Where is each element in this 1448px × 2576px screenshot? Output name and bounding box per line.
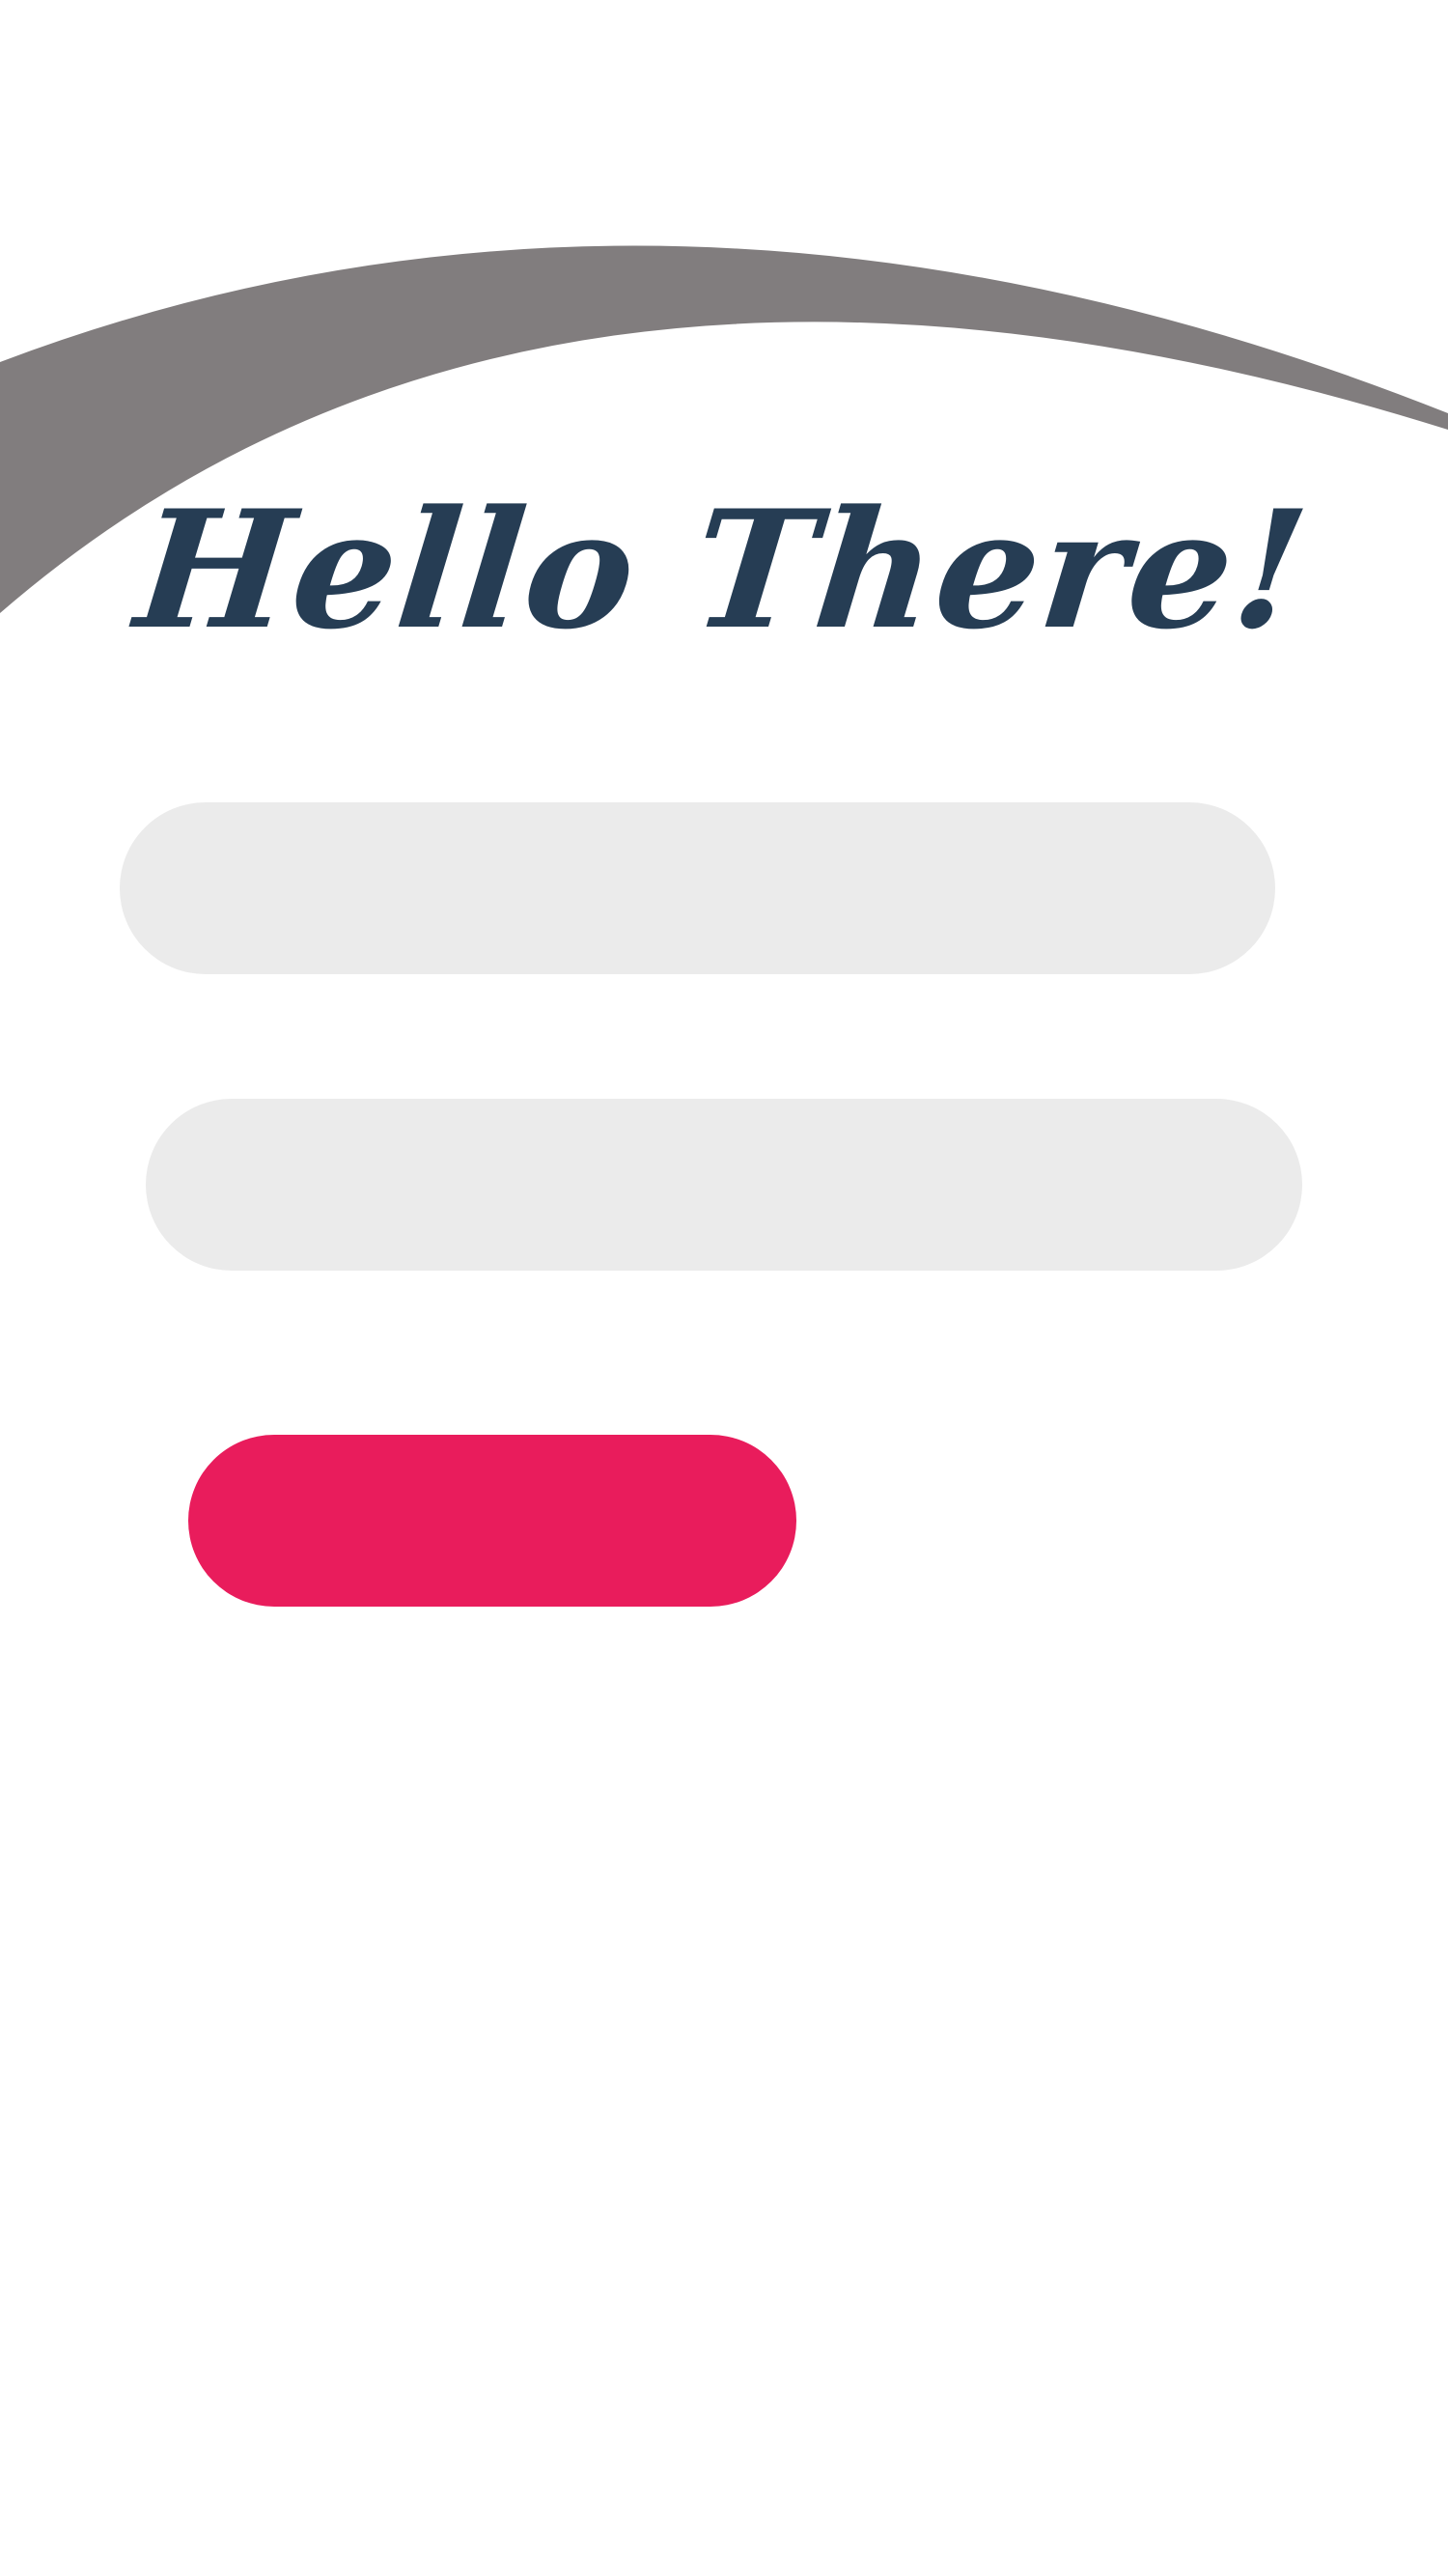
first-input-field[interactable] xyxy=(120,802,1275,974)
submit-button[interactable] xyxy=(188,1435,796,1607)
second-input-field[interactable] xyxy=(146,1099,1302,1271)
login-screen: Hello There! xyxy=(0,0,1448,2576)
greeting-title: Hello There! xyxy=(128,474,1318,665)
